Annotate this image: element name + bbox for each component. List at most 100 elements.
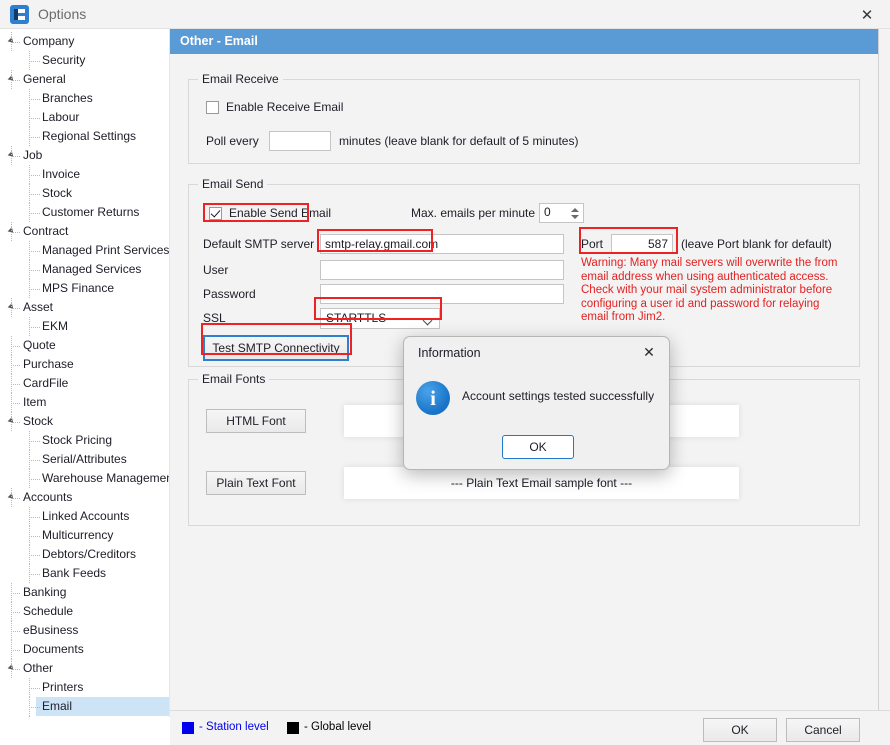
sidebar-item-security[interactable]: Security: [0, 51, 169, 70]
sidebar-item-managed-print-services[interactable]: Managed Print Services: [0, 241, 169, 260]
sidebar-item-label: Managed Services: [42, 260, 141, 279]
sidebar-item-stock-pricing[interactable]: Stock Pricing: [0, 431, 169, 450]
tree-guide-line: [29, 441, 40, 442]
sidebar-item-label: CardFile: [23, 374, 68, 393]
dialog-footer: - Station level - Global level OK Cancel: [170, 710, 890, 745]
ok-button[interactable]: OK: [703, 718, 777, 742]
plain-text-font-button[interactable]: Plain Text Font: [206, 471, 306, 495]
sidebar-item-label: Stock: [42, 184, 72, 203]
tree-guide-line: [11, 384, 20, 385]
sidebar-item-multicurrency[interactable]: Multicurrency: [0, 526, 169, 545]
sidebar-item-asset[interactable]: Asset: [0, 298, 169, 317]
ssl-selected-value: STARTTLS: [326, 311, 386, 325]
sidebar-item-branches[interactable]: Branches: [0, 89, 169, 108]
sidebar-item-linked-accounts[interactable]: Linked Accounts: [0, 507, 169, 526]
sidebar-item-banking[interactable]: Banking: [0, 583, 169, 602]
sidebar-item-bank-feeds[interactable]: Bank Feeds: [0, 564, 169, 583]
tree-guide-line: [11, 232, 20, 233]
sidebar-item-label: Multicurrency: [42, 526, 113, 545]
sidebar-item-accounts[interactable]: Accounts: [0, 488, 169, 507]
sidebar-item-item[interactable]: Item: [0, 393, 169, 412]
sidebar-item-label: Stock: [23, 412, 53, 431]
tree-guide-line: [29, 517, 40, 518]
sidebar-item-ebusiness[interactable]: eBusiness: [0, 621, 169, 640]
tree-guide-line: [29, 536, 40, 537]
sidebar-item-regional-settings[interactable]: Regional Settings: [0, 127, 169, 146]
global-level-legend: - Global level: [304, 721, 371, 733]
content-right-filler: [879, 29, 890, 717]
sidebar-item-general[interactable]: General: [0, 70, 169, 89]
sidebar-item-contract[interactable]: Contract: [0, 222, 169, 241]
dialog-close-icon[interactable]: ✕: [633, 340, 665, 364]
test-smtp-connectivity-label: Test SMTP Connectivity: [212, 341, 339, 355]
tree-guide-line: [29, 61, 40, 62]
cancel-button-label: Cancel: [804, 723, 841, 737]
max-emails-per-minute-stepper[interactable]: 0: [539, 203, 584, 223]
html-font-button[interactable]: HTML Font: [206, 409, 306, 433]
sidebar-item-label: Customer Returns: [42, 203, 139, 222]
sidebar-item-label: MPS Finance: [42, 279, 114, 298]
sidebar-item-label: Contract: [23, 222, 68, 241]
sidebar-item-invoice[interactable]: Invoice: [0, 165, 169, 184]
dialog-message: Account settings tested successfully: [462, 389, 667, 403]
sidebar-item-serial-attributes[interactable]: Serial/Attributes: [0, 450, 169, 469]
stepper-up-icon[interactable]: [571, 208, 579, 212]
sidebar-item-company[interactable]: Company: [0, 32, 169, 51]
enable-send-email-label: Enable Send Email: [229, 206, 331, 220]
enable-send-email-checkbox[interactable]: [209, 207, 222, 220]
sidebar-item-label: eBusiness: [23, 621, 78, 640]
sidebar-item-other[interactable]: Other: [0, 659, 169, 678]
sidebar-item-label: Bank Feeds: [42, 564, 106, 583]
sidebar-item-stock[interactable]: Stock: [0, 412, 169, 431]
sidebar-item-labour[interactable]: Labour: [0, 108, 169, 127]
test-smtp-connectivity-button[interactable]: Test SMTP Connectivity: [203, 335, 349, 361]
tree-guide-line: [29, 460, 40, 461]
sidebar-item-warehouse-management[interactable]: Warehouse Management: [0, 469, 169, 488]
options-tree[interactable]: CompanySecurityGeneralBranchesLabourRegi…: [0, 29, 170, 717]
sidebar-item-email[interactable]: Email: [0, 697, 169, 716]
window-close-icon[interactable]: ✕: [844, 0, 890, 29]
poll-every-label: Poll every: [206, 134, 259, 148]
tree-guide-line: [11, 403, 20, 404]
max-emails-per-minute-value: 0: [544, 205, 551, 219]
sidebar-item-label: Labour: [42, 108, 79, 127]
sidebar-item-label: Other: [23, 659, 53, 678]
sidebar-item-label: Asset: [23, 298, 53, 317]
dialog-ok-button[interactable]: OK: [502, 435, 574, 459]
sidebar-item-debtors-creditors[interactable]: Debtors/Creditors: [0, 545, 169, 564]
password-input[interactable]: [320, 284, 564, 304]
sidebar-item-printers[interactable]: Printers: [0, 678, 169, 697]
port-label: Port: [581, 237, 603, 251]
sidebar-item-stock[interactable]: Stock: [0, 184, 169, 203]
stepper-down-icon[interactable]: [571, 215, 579, 219]
sidebar-item-cardfile[interactable]: CardFile: [0, 374, 169, 393]
tree-guide-line: [29, 707, 40, 708]
sidebar-item-label: Serial/Attributes: [42, 450, 127, 469]
port-input[interactable]: [611, 234, 673, 254]
sidebar-item-ekm[interactable]: EKM: [0, 317, 169, 336]
ssl-label: SSL: [203, 311, 226, 325]
ok-button-label: OK: [731, 723, 748, 737]
cancel-button[interactable]: Cancel: [786, 718, 860, 742]
smtp-server-input[interactable]: [320, 234, 564, 254]
tree-guide-line: [11, 669, 20, 670]
sidebar-item-customer-returns[interactable]: Customer Returns: [0, 203, 169, 222]
enable-receive-email-checkbox[interactable]: [206, 101, 219, 114]
sidebar-item-purchase[interactable]: Purchase: [0, 355, 169, 374]
sidebar-item-quote[interactable]: Quote: [0, 336, 169, 355]
html-font-label: HTML Font: [226, 414, 286, 428]
tree-guide-line: [11, 80, 20, 81]
tree-guide-line: [29, 574, 40, 575]
email-receive-group: Email Receive Enable Receive Email Poll …: [188, 79, 860, 164]
poll-every-input[interactable]: [269, 131, 331, 151]
tree-guide-line: [11, 422, 20, 423]
user-input[interactable]: [320, 260, 564, 280]
sidebar-item-mps-finance[interactable]: MPS Finance: [0, 279, 169, 298]
sidebar-item-managed-services[interactable]: Managed Services: [0, 260, 169, 279]
plain-text-font-sample: --- Plain Text Email sample font ---: [344, 467, 739, 499]
sidebar-item-documents[interactable]: Documents: [0, 640, 169, 659]
sidebar-item-schedule[interactable]: Schedule: [0, 602, 169, 621]
sidebar-item-job[interactable]: Job: [0, 146, 169, 165]
ssl-select[interactable]: STARTTLS: [320, 308, 440, 329]
sidebar-item-label: Banking: [23, 583, 66, 602]
